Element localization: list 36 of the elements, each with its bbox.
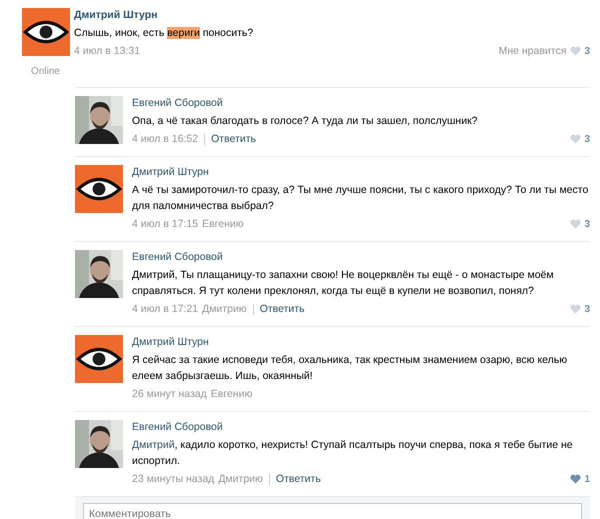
like-count: 3 [584,134,590,144]
comment-date: 26 минут назад [132,388,207,400]
online-status: Online [31,66,60,77]
comment-date: 4 июл в 17:15 [132,218,198,230]
reply-link[interactable]: Ответить [260,303,305,315]
author-name[interactable]: Евгений Сборовой [132,250,590,264]
reply-link[interactable]: Ответить [276,473,321,485]
comment-text: Дмитрий, кадило коротко, нехристь! Ступай псалтырь поучи сперва, пока я тебе бытие не испортил. [132,438,574,469]
comment-text: Я сейчас за такие исповеди тебя, охальника, так крестным знамением озарю, всю келью елеем забрызгаешь. Ишь, окаянный! [132,353,568,384]
comment-text: Опа, а чё такая благодать в голосе? А туда ли ты зашел, полслушник? [132,114,479,129]
eye-avatar-icon[interactable] [22,8,70,56]
like-count: 3 [584,304,590,314]
reply-to-name: Дмитрию [218,473,263,485]
comment-date: 4 июл в 16:52 [132,133,198,145]
comment-field[interactable]: Комментировать [83,503,582,519]
reply-to-name: Евгению [210,388,252,400]
post-text: Слышь, инок, есть вериги поносить? [74,26,254,41]
like-count: 3 [584,218,590,230]
reply-link[interactable]: Ответить [211,133,256,145]
eye-avatar-icon[interactable] [75,335,123,383]
heart-icon[interactable] [570,474,582,484]
eye-avatar-icon[interactable] [75,165,123,213]
comment-date: 4 июл в 17:21 [132,303,198,315]
author-name[interactable]: Евгений Сборовой [132,420,590,434]
post-date: 4 июл в 13:31 [74,45,140,57]
comment-text: А чё ты замироточил-то сразу, а? Ты мне лучше поясни, ты с какого приходу? То ли ты место для паломничества выбрал? [132,183,590,214]
reply-to-name: Евгению [202,218,244,230]
reply-to-name: Дмитрию [202,303,247,315]
comment-text: Дмитрий, Ты плащаницу-то запахни свою! Не воцерквлён ты ещё - о монастыре моём справляться. Я тут колени преклонял, когда ты ещё в купели не возвопил, понял? [132,268,555,299]
comment-date: 23 минуты назад [132,473,214,485]
author-name[interactable]: Евгений Сборовой [132,96,590,110]
like-count: 1 [584,474,590,484]
like-count: 3 [584,46,590,56]
author-name[interactable]: Дмитрий Штурн [132,165,590,179]
author-name[interactable]: Дмитрий Штурн [132,335,590,349]
author-name[interactable]: Дмитрий Штурн [74,8,590,22]
